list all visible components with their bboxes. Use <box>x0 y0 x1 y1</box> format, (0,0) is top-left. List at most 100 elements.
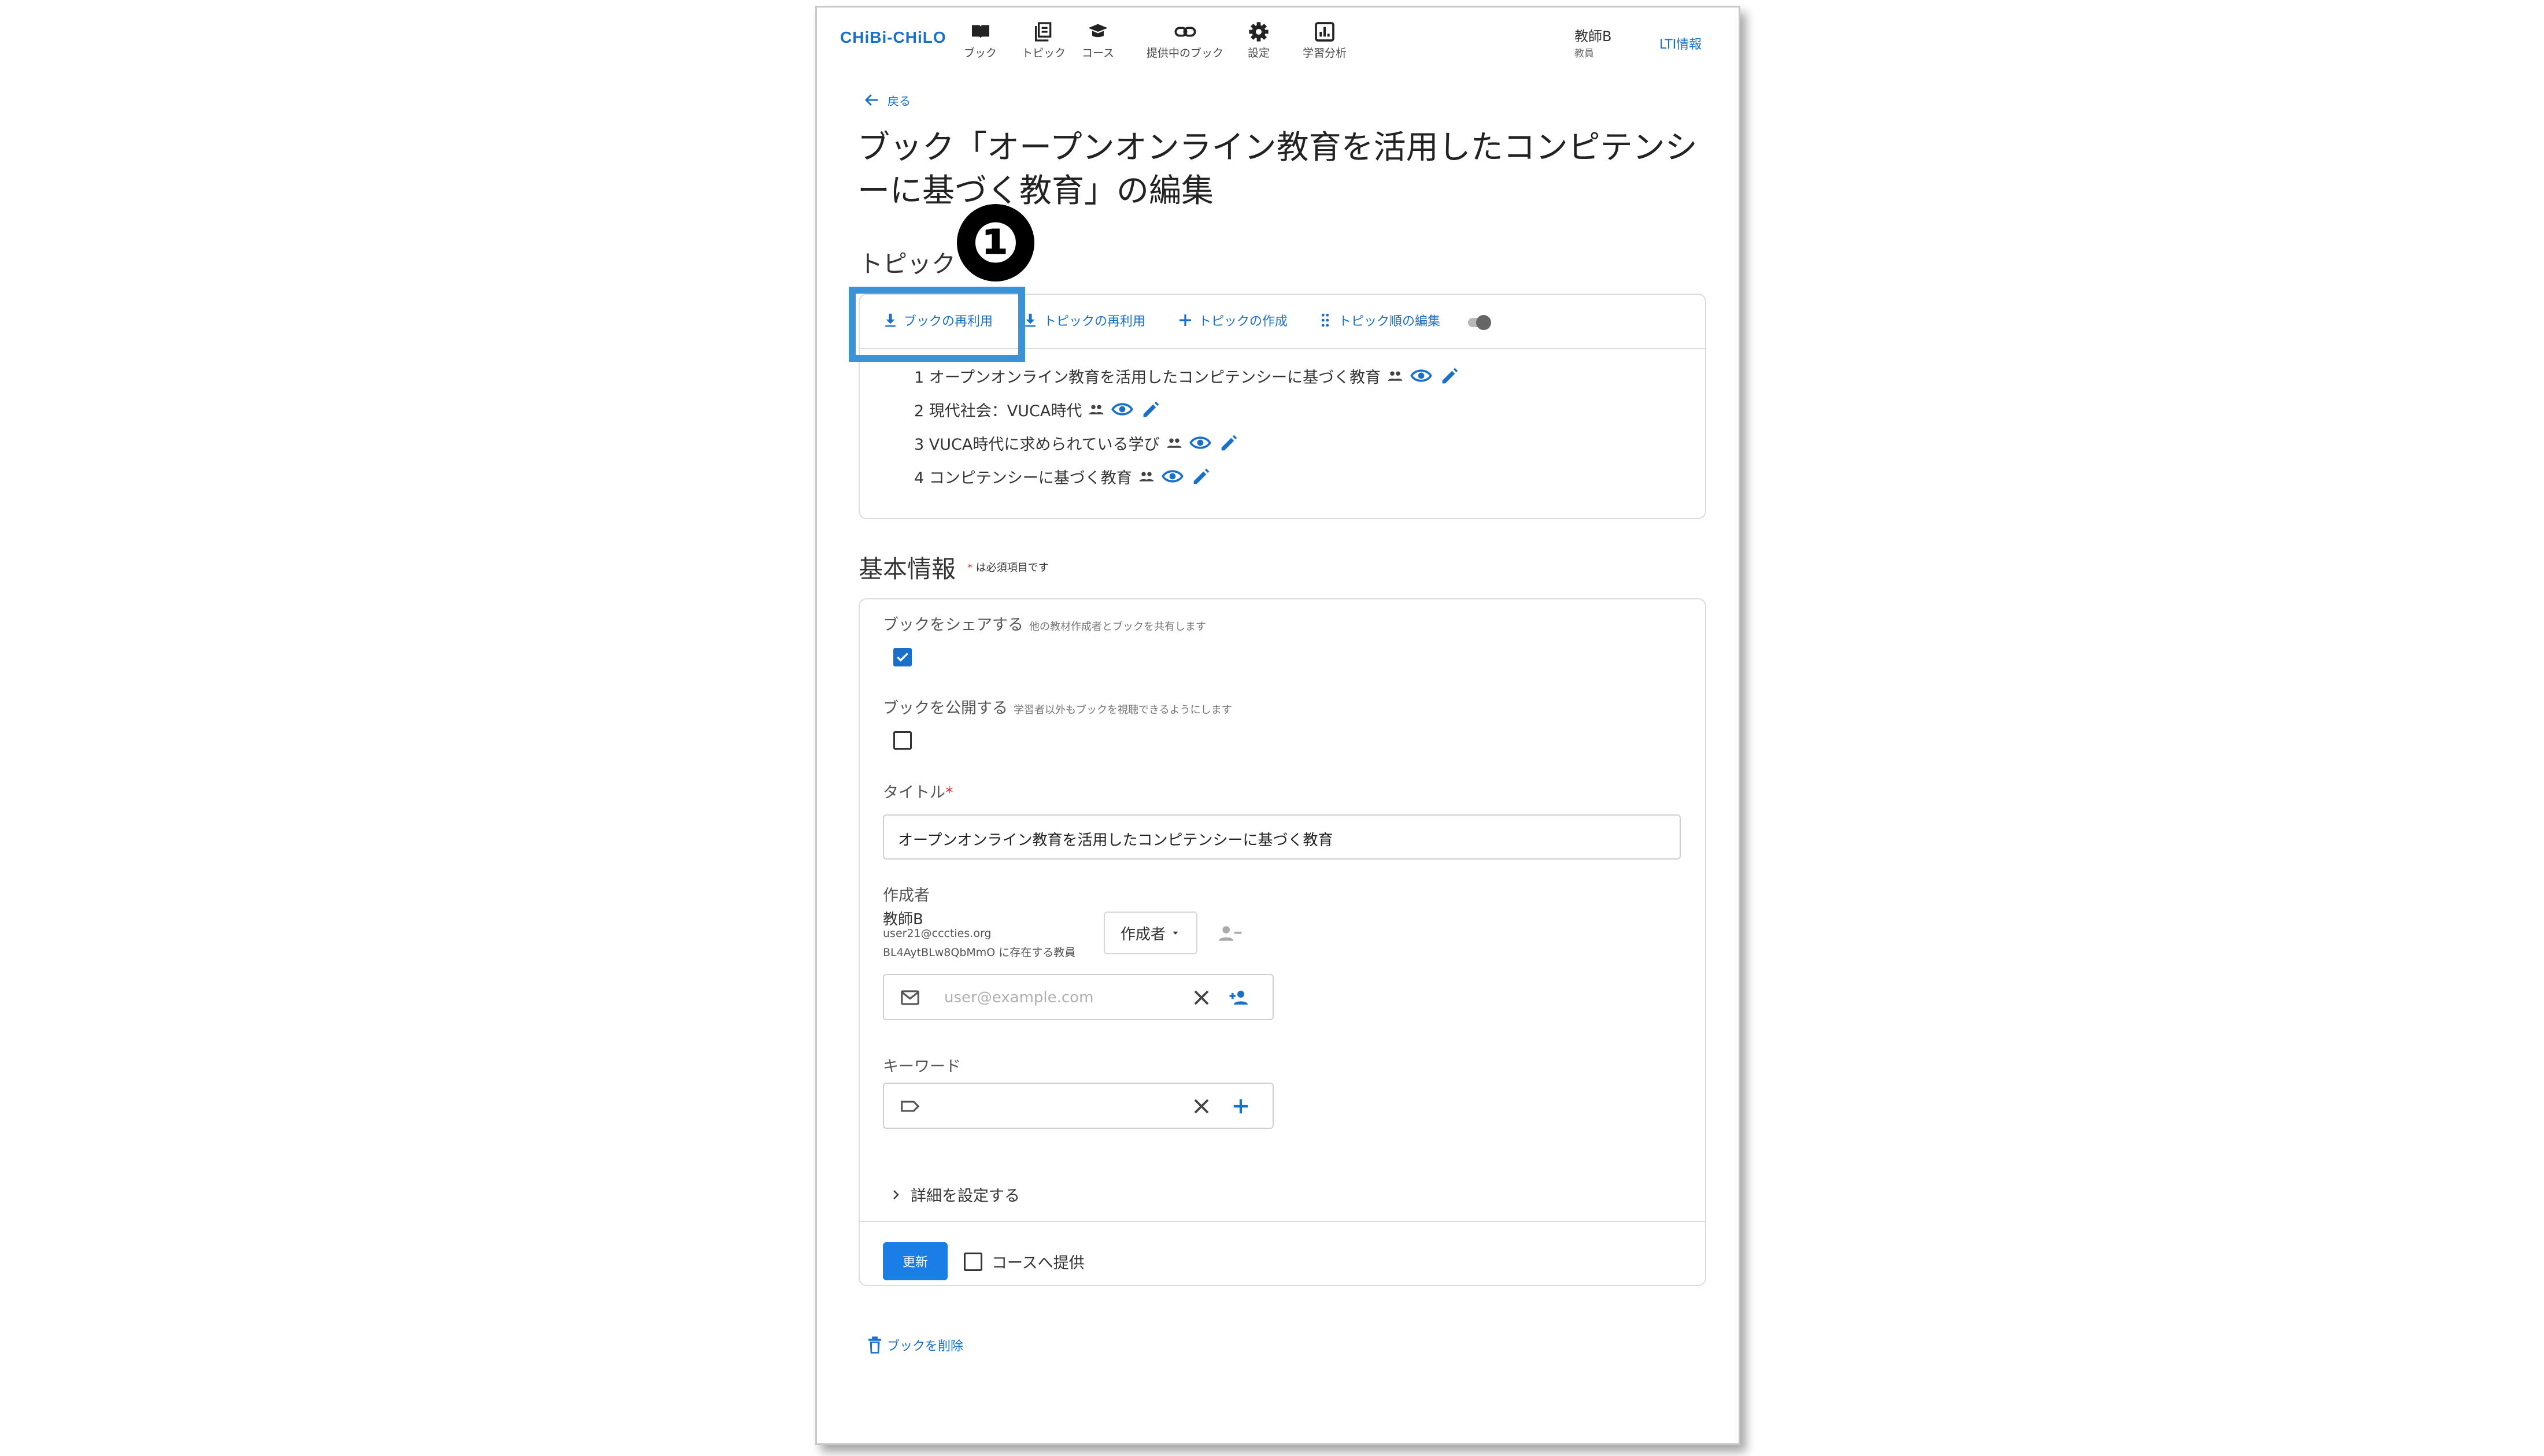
close-icon[interactable] <box>1190 1095 1212 1117</box>
eye-icon[interactable] <box>1410 364 1433 387</box>
app-logo[interactable]: CHiBi-CHiLO <box>840 28 946 47</box>
delete-book-label: ブックを削除 <box>887 1339 964 1354</box>
keyword-input[interactable] <box>883 1083 1274 1129</box>
title-input[interactable]: オープンオンライン教育を活用したコンピテンシーに基づく教育 <box>883 814 1681 859</box>
trash-icon <box>868 1336 881 1354</box>
publish-checkbox[interactable] <box>893 731 912 750</box>
share-label-text: ブックをシェアする <box>883 616 1023 634</box>
back-label: 戻る <box>888 94 911 108</box>
nav-book[interactable]: ブック <box>964 20 997 60</box>
app-window: CHiBi-CHiLO ブック トピック コース 提供中のブック 設定 学習分析… <box>815 6 1740 1445</box>
eye-icon[interactable] <box>1189 431 1212 454</box>
chevron-right-icon <box>893 1190 899 1199</box>
nav-topic-label: トピック <box>1022 47 1066 60</box>
callout-number-badge: ❶ <box>957 204 1034 281</box>
analytics-icon <box>1315 22 1334 42</box>
delete-book-link[interactable]: ブックを削除 <box>866 1335 963 1355</box>
card-divider <box>860 1221 1705 1222</box>
close-icon[interactable] <box>1190 987 1212 1009</box>
pencil-icon[interactable] <box>1190 465 1213 488</box>
nav-provided-books[interactable]: 提供中のブック <box>1147 20 1223 60</box>
tag-icon <box>901 1101 920 1112</box>
reuse-topic-label: トピックの再利用 <box>1044 314 1146 329</box>
plus-icon[interactable] <box>1229 1094 1253 1118</box>
topic-label: 4 コンピテンシーに基づく教育 <box>914 469 1132 487</box>
lti-info-link[interactable]: LTI情報 <box>1659 34 1702 53</box>
topics-heading: トピック <box>859 250 956 278</box>
user-menu[interactable]: 教師B 教員 <box>1574 25 1611 60</box>
pencil-icon[interactable] <box>1218 431 1241 454</box>
group-icon <box>1139 472 1154 481</box>
eye-icon[interactable] <box>1161 465 1184 488</box>
share-label: ブックをシェアする 他の教材作成者とブックを共有します <box>883 612 1206 635</box>
topic-label: 3 VUCA時代に求められている学び <box>914 435 1160 454</box>
share-hint: 他の教材作成者とブックを共有します <box>1029 621 1206 633</box>
group-icon <box>1388 371 1403 381</box>
nav-course[interactable]: コース <box>1082 20 1114 60</box>
nav-course-label: コース <box>1082 47 1115 60</box>
author-email-input[interactable]: user@example.com <box>883 974 1274 1020</box>
remove-user-icon[interactable] <box>1217 922 1243 945</box>
create-topic-label: トピックの作成 <box>1199 314 1288 329</box>
course-offer-label: コースへ提供 <box>992 1254 1085 1272</box>
link-icon <box>1174 27 1196 37</box>
back-link[interactable]: 戻る <box>863 91 911 109</box>
course-offer-option[interactable]: コースへ提供 <box>964 1250 1085 1273</box>
required-note-text: は必須項目です <box>975 562 1049 574</box>
edit-topic-order-label: トピック順の編集 <box>1338 314 1441 329</box>
plus-icon <box>1179 314 1191 326</box>
nav-topic[interactable]: トピック <box>1022 20 1066 60</box>
title-required-star: * <box>945 784 953 802</box>
nav-analytics-label: 学習分析 <box>1303 47 1347 60</box>
top-navbar: CHiBi-CHiLO ブック トピック コース 提供中のブック 設定 学習分析… <box>817 8 1739 65</box>
topic-list-item: 1 オープンオンライン教育を活用したコンピテンシーに基づく教育 <box>914 364 1462 387</box>
nav-settings[interactable]: 設定 <box>1247 20 1270 60</box>
nav-settings-label: 設定 <box>1247 47 1270 60</box>
author-name: 教師B <box>883 911 923 928</box>
topic-order-toggle[interactable] <box>1468 315 1491 330</box>
create-topic-button[interactable]: トピックの作成 <box>1177 311 1288 329</box>
author-email: user21@cccties.org <box>883 927 992 940</box>
group-icon <box>1167 438 1182 448</box>
caret-down-icon <box>1173 931 1178 935</box>
course-icon <box>1088 24 1108 38</box>
author-role-select[interactable]: 作成者 <box>1104 912 1197 954</box>
group-icon <box>1089 405 1104 414</box>
title-label-text: タイトル <box>883 784 945 802</box>
check-icon <box>897 653 908 662</box>
mail-icon <box>901 990 919 1005</box>
pencil-icon[interactable] <box>1439 364 1462 387</box>
reuse-topic-button[interactable]: トピックの再利用 <box>1022 311 1145 329</box>
topic-list-item: 2 現代社会：VUCA時代 <box>914 398 1163 421</box>
topic-label: 1 オープンオンライン教育を活用したコンピテンシーに基づく教育 <box>914 368 1381 387</box>
book-icon <box>971 25 989 39</box>
required-star: * <box>967 562 973 574</box>
advanced-settings-label: 詳細を設定する <box>911 1187 1020 1205</box>
add-user-icon[interactable] <box>1229 986 1253 1010</box>
reuse-book-highlight <box>849 287 1025 362</box>
advanced-settings-toggle[interactable]: 詳細を設定する <box>889 1183 1020 1206</box>
basic-info-heading: 基本情報 <box>859 555 956 583</box>
topic-list-item: 3 VUCA時代に求められている学び <box>914 431 1241 454</box>
required-note: * は必須項目です <box>967 560 1049 575</box>
authors-label: 作成者 <box>883 887 930 905</box>
pencil-icon[interactable] <box>1140 398 1163 421</box>
share-checkbox[interactable] <box>893 648 912 666</box>
author-id: BL4AytBLw8QbMmO に存在する教員 <box>883 946 1076 959</box>
edit-topic-order-button[interactable]: トピック順の編集 <box>1317 311 1440 329</box>
publish-label: ブックを公開する 学習者以外もブックを視聴できるようにします <box>883 695 1232 718</box>
basic-info-card: ブックをシェアする 他の教材作成者とブックを共有します ブックを公開する 学習者以外… <box>859 598 1706 1286</box>
nav-book-label: ブック <box>964 47 997 60</box>
topic-icon <box>1035 22 1052 42</box>
user-name: 教師B <box>1574 28 1612 45</box>
drag-handle-icon <box>1321 313 1329 327</box>
topic-label: 2 現代社会：VUCA時代 <box>914 402 1082 420</box>
keywords-label: キーワード <box>883 1058 961 1076</box>
eye-icon[interactable] <box>1111 398 1134 421</box>
course-offer-checkbox[interactable] <box>964 1252 982 1271</box>
email-placeholder: user@example.com <box>944 989 1094 1006</box>
publish-hint: 学習者以外もブックを視聴できるようにします <box>1014 704 1232 716</box>
nav-analytics[interactable]: 学習分析 <box>1303 20 1347 60</box>
title-label: タイトル* <box>883 780 953 802</box>
update-button[interactable]: 更新 <box>883 1242 948 1280</box>
